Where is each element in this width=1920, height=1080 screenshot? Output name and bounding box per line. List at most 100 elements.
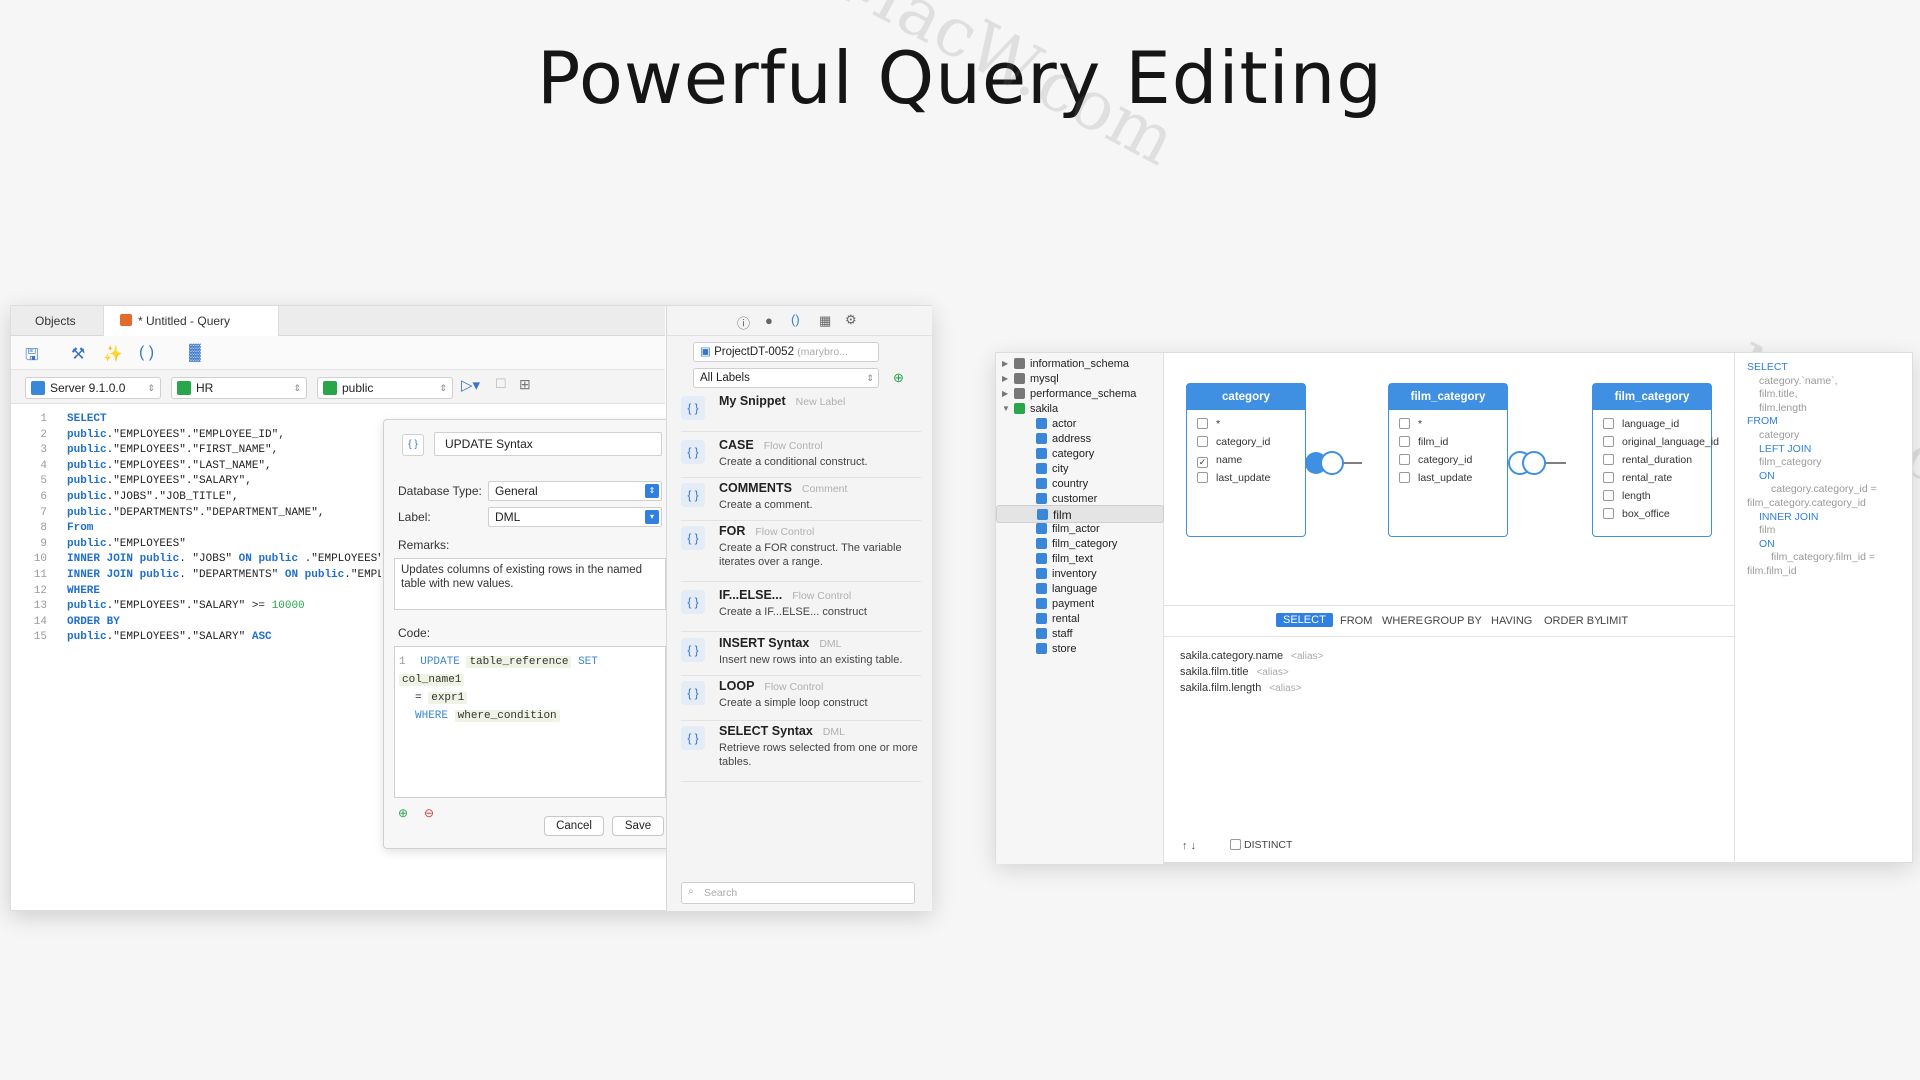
code-keyword: WHERE	[415, 710, 449, 722]
entity-field[interactable]: rental_duration	[1603, 452, 1692, 468]
entity-title[interactable]: film_category	[1389, 384, 1507, 410]
entity-field[interactable]: *	[1197, 416, 1220, 432]
snippet-braces-icon[interactable]: ()	[791, 312, 800, 327]
server-select[interactable]: Server 9.1.0.0 ⇕	[25, 377, 161, 399]
checkbox[interactable]	[1603, 418, 1614, 429]
code-placeholder[interactable]: where_condition	[454, 710, 560, 722]
select-field[interactable]: sakila.category.name <alias>	[1180, 650, 1323, 662]
entity-field[interactable]: category_id	[1197, 434, 1270, 450]
magic-icon[interactable]: ✨	[103, 344, 123, 364]
checkbox[interactable]	[1603, 508, 1614, 519]
explain-plan-icon[interactable]: ⊞	[519, 376, 531, 393]
snippet-item[interactable]: { } My Snippet New Label	[681, 394, 921, 432]
snippet-item[interactable]: { } IF...ELSE... Flow Control Create a IF..…	[681, 588, 921, 632]
entity-field[interactable]: box_office	[1603, 506, 1670, 522]
add-placeholder-icon[interactable]: ⊕	[398, 806, 408, 820]
checkbox[interactable]: ✓	[1197, 457, 1208, 468]
entity-field[interactable]: language_id	[1603, 416, 1679, 432]
entity-title[interactable]: category	[1187, 384, 1305, 410]
snippet-item[interactable]: { } FOR Flow Control Create a FOR construct…	[681, 524, 921, 582]
code-text: WHERE	[67, 584, 101, 597]
join-node[interactable]	[1320, 451, 1344, 475]
snippet-item[interactable]: { } COMMENTS Comment Create a comment.	[681, 481, 921, 521]
tab-untitled-query[interactable]: * Untitled - Query	[103, 306, 279, 337]
snippet-item[interactable]: { } INSERT Syntax DML Insert new rows into …	[681, 636, 921, 676]
code-placeholder[interactable]: table_reference	[466, 656, 572, 668]
entity-field[interactable]: original_language_id	[1603, 434, 1719, 450]
checkbox[interactable]	[1603, 472, 1614, 483]
select-field[interactable]: sakila.film.title <alias>	[1180, 666, 1289, 678]
snippet-item[interactable]: { } LOOP Flow Control Create a simple loop …	[681, 679, 921, 721]
entity-field[interactable]: last_update	[1197, 470, 1270, 486]
explain-icon[interactable]: ▓	[189, 344, 201, 362]
checkbox[interactable]	[1399, 418, 1410, 429]
clause-tab[interactable]: GROUP BY	[1424, 615, 1482, 627]
database-type-select[interactable]: General ⇕	[488, 481, 662, 501]
snippet-name-input[interactable]: UPDATE Syntax	[434, 432, 662, 456]
project-select[interactable]: ▣ ProjectDT-0052 (marybro...	[693, 342, 879, 362]
remarks-textarea[interactable]: Updates columns of existing rows in the …	[394, 558, 666, 610]
remove-placeholder-icon[interactable]: ⊖	[424, 806, 434, 820]
code-placeholder[interactable]: expr1	[428, 692, 468, 704]
objects-icon[interactable]: ●	[765, 313, 773, 328]
stop-icon[interactable]: ☐	[495, 376, 507, 392]
tree-item[interactable]: store	[996, 640, 1164, 658]
settings-icon[interactable]: ⚙	[845, 312, 857, 328]
entity-field[interactable]: rental_rate	[1603, 470, 1672, 486]
clause-tab[interactable]: ORDER BY	[1544, 615, 1601, 627]
entity-field[interactable]: last_update	[1399, 470, 1472, 486]
snippet-braces-icon[interactable]: ( )	[139, 344, 154, 362]
entity-table[interactable]: film_category language_id original_languag…	[1592, 383, 1719, 537]
entity-field[interactable]: ✓ name	[1197, 452, 1242, 468]
clause-tab[interactable]: FROM	[1340, 615, 1372, 627]
alias-placeholder[interactable]: <alias>	[1256, 667, 1288, 678]
checkbox[interactable]	[1197, 436, 1208, 447]
entity-field[interactable]: category_id	[1399, 452, 1472, 468]
snippet-search-input[interactable]: Search	[681, 882, 915, 904]
cancel-button[interactable]: Cancel	[544, 816, 604, 836]
checkbox[interactable]	[1603, 490, 1614, 501]
diagram-canvas[interactable]: category * category_id ✓ name last_update film…	[1164, 353, 1734, 605]
snippet-item[interactable]: { } SELECT Syntax DML Retrieve rows selecte…	[681, 724, 921, 782]
entity-field[interactable]: length	[1603, 488, 1651, 504]
sort-arrows[interactable]: ↑ ↓	[1182, 840, 1196, 852]
entity-field[interactable]: *	[1399, 416, 1422, 432]
schema-select[interactable]: public ⇕	[317, 377, 453, 399]
snippet-item[interactable]: { } CASE Flow Control Create a conditional …	[681, 438, 921, 478]
snippet-code-editor[interactable]: 1 UPDATE table_reference SET col_name1 =…	[394, 646, 666, 798]
labels-select[interactable]: All Labels ⇕	[693, 368, 879, 388]
run-icon[interactable]: ▷▾	[461, 376, 480, 394]
checkbox[interactable]	[1197, 418, 1208, 429]
label-select[interactable]: DML ▾	[488, 507, 662, 527]
snippet-icon: { }	[681, 590, 705, 614]
entity-field[interactable]: film_id	[1399, 434, 1448, 450]
checkbox[interactable]	[1603, 436, 1614, 447]
code-placeholder[interactable]: col_name1	[399, 674, 465, 686]
distinct-checkbox[interactable]: DISTINCT	[1230, 839, 1292, 851]
checkbox[interactable]	[1230, 839, 1241, 850]
database-select[interactable]: HR ⇕	[171, 377, 307, 399]
entity-title[interactable]: film_category	[1593, 384, 1711, 410]
format-icon[interactable]: ⚒	[71, 344, 85, 364]
clause-tab[interactable]: SELECT	[1276, 613, 1333, 627]
info-icon[interactable]: ⓘ	[737, 313, 750, 332]
checkbox[interactable]	[1603, 454, 1614, 465]
join-node[interactable]	[1522, 451, 1546, 475]
clause-tab[interactable]: WHERE	[1382, 615, 1423, 627]
entity-table[interactable]: category * category_id ✓ name last_update	[1186, 383, 1306, 537]
clause-tab[interactable]: LIMIT	[1600, 615, 1628, 627]
checkbox[interactable]	[1197, 472, 1208, 483]
select-field[interactable]: sakila.film.length <alias>	[1180, 682, 1302, 694]
checkbox[interactable]	[1399, 472, 1410, 483]
grid-icon[interactable]: ▦	[819, 313, 831, 329]
clause-tab[interactable]: HAVING	[1491, 615, 1532, 627]
alias-placeholder[interactable]: <alias>	[1269, 683, 1301, 694]
new-snippet-icon[interactable]: ⊕	[893, 370, 904, 386]
entity-table[interactable]: film_category * film_id category_id last_upd…	[1388, 383, 1508, 537]
save-icon[interactable]: 🖫	[25, 344, 39, 371]
checkbox[interactable]	[1399, 454, 1410, 465]
alias-placeholder[interactable]: <alias>	[1291, 651, 1323, 662]
checkbox[interactable]	[1399, 436, 1410, 447]
tab-objects[interactable]: Objects	[35, 306, 76, 336]
save-button[interactable]: Save	[612, 816, 664, 836]
